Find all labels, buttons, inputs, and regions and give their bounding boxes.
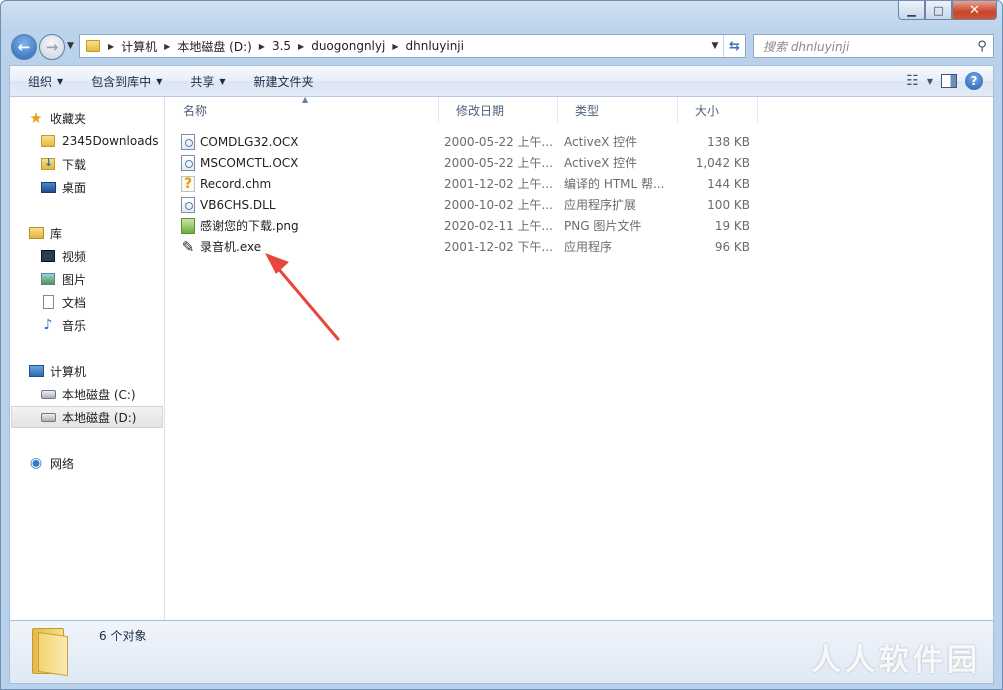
sidebar-label: 本地磁盘 (D:): [62, 410, 137, 425]
close-button[interactable]: ✕: [952, 1, 997, 20]
breadcrumb: ▶ 计算机 ▶ 本地磁盘 (D:) ▶ 3.5 ▶ duogongnlyj ▶ …: [106, 38, 707, 55]
sidebar-label: 视频: [62, 249, 87, 264]
crumb-duogongnlyj[interactable]: duogongnlyj: [306, 39, 390, 53]
sidebar-item-computer[interactable]: 计算机: [28, 360, 86, 382]
sidebar-label: 网络: [50, 456, 75, 471]
desktop-icon: [40, 181, 56, 193]
sidebar-label: 桌面: [62, 180, 87, 195]
caption-buttons: ▁ □ ✕: [898, 1, 997, 20]
document-library-icon: [42, 295, 54, 309]
search-placeholder: 搜索 dhnluyinji: [763, 39, 850, 54]
sidebar-item-favorites[interactable]: ★ 收藏夹: [28, 107, 86, 129]
sidebar-label: 收藏夹: [50, 111, 87, 126]
chevron-right-icon[interactable]: ▶: [162, 42, 172, 51]
video-library-icon: [41, 250, 55, 262]
annotation-arrow: [265, 253, 340, 341]
organize-button[interactable]: 组织 ▼: [18, 73, 73, 90]
chevron-right-icon[interactable]: ▶: [296, 42, 306, 51]
dropdown-arrow-icon: ▼: [57, 76, 64, 86]
dropdown-arrow-icon: ▼: [156, 76, 163, 86]
sidebar-label: 计算机: [50, 364, 87, 379]
chevron-right-icon[interactable]: ▶: [106, 42, 116, 51]
maximize-button[interactable]: □: [925, 1, 952, 20]
crumb-computer[interactable]: 计算机: [116, 38, 162, 55]
sidebar-label: 图片: [62, 272, 87, 287]
include-in-library-button[interactable]: 包含到库中 ▼: [81, 73, 172, 90]
navigation-pane[interactable]: ★ 收藏夹 2345Downloads 下载 桌面 库 视频: [10, 97, 165, 620]
sidebar-label: 音乐: [62, 318, 87, 333]
chevron-right-icon[interactable]: ▶: [257, 42, 267, 51]
new-folder-button[interactable]: 新建文件夹: [244, 73, 324, 90]
sidebar-label: 本地磁盘 (C:): [62, 387, 136, 402]
details-pane: 6 个对象 人人软件园: [9, 620, 994, 684]
forward-button[interactable]: →: [39, 34, 65, 60]
star-icon: ★: [29, 109, 43, 127]
picture-library-icon: [41, 273, 55, 285]
folder-icon: [86, 40, 100, 52]
computer-icon: [28, 365, 44, 377]
sidebar-item-documents[interactable]: 文档: [40, 291, 86, 313]
organize-label: 组织: [28, 74, 53, 89]
sidebar-item-network[interactable]: ◉ 网络: [28, 452, 74, 474]
sidebar-item-desktop[interactable]: 桌面: [40, 176, 86, 198]
include-library-label: 包含到库中: [91, 74, 152, 89]
main-area: ★ 收藏夹 2345Downloads 下载 桌面 库 视频: [9, 95, 994, 620]
drive-icon: [40, 412, 56, 422]
search-input[interactable]: 搜索 dhnluyinji ⚲: [753, 34, 994, 58]
library-icon: [28, 227, 44, 239]
sidebar-item-pictures[interactable]: 图片: [40, 268, 86, 290]
share-label: 共享: [190, 74, 215, 89]
chevron-right-icon[interactable]: ▶: [390, 42, 400, 51]
sidebar-label: 下载: [62, 157, 87, 172]
dropdown-arrow-icon: ▼: [219, 76, 226, 86]
explorer-window: ▁ □ ✕ ← → ▼ ▶ 计算机 ▶ 本地磁盘 (D:) ▶ 3.5 ▶ du…: [0, 0, 1003, 690]
sidebar-item-music[interactable]: ♪ 音乐: [40, 314, 86, 336]
sidebar-item-drive-c[interactable]: 本地磁盘 (C:): [40, 383, 136, 405]
sidebar-label: 2345Downloads: [62, 134, 159, 148]
preview-pane-icon[interactable]: [941, 74, 957, 88]
help-icon[interactable]: ?: [965, 72, 983, 90]
crumb-dhnluyinji[interactable]: dhnluyinji: [400, 39, 468, 53]
object-count: 6 个对象: [99, 629, 147, 643]
view-dropdown-icon[interactable]: ▼: [927, 77, 933, 86]
folder-icon: [41, 135, 55, 147]
address-dropdown-icon[interactable]: ▼: [707, 41, 723, 51]
new-folder-label: 新建文件夹: [253, 74, 314, 89]
file-list[interactable]: 名称 ▲ 修改日期 类型 大小 COMDLG32.OCX 2000-05-22 …: [166, 95, 993, 620]
downloads-folder-icon: [41, 156, 55, 170]
back-button[interactable]: ←: [11, 34, 37, 60]
sidebar-label: 库: [50, 226, 63, 241]
network-icon: ◉: [29, 455, 43, 471]
view-options-icon[interactable]: ☷: [906, 73, 919, 89]
sidebar-item-videos[interactable]: 视频: [40, 245, 86, 267]
sidebar-item-2345downloads[interactable]: 2345Downloads: [40, 130, 158, 152]
sidebar-item-libraries[interactable]: 库: [28, 222, 62, 244]
crumb-3-5[interactable]: 3.5: [267, 39, 296, 53]
address-bar[interactable]: ▶ 计算机 ▶ 本地磁盘 (D:) ▶ 3.5 ▶ duogongnlyj ▶ …: [79, 34, 746, 58]
navigation-row: ← → ▼ ▶ 计算机 ▶ 本地磁盘 (D:) ▶ 3.5 ▶ duogongn…: [1, 31, 1002, 61]
folder-icon: [32, 626, 72, 677]
sidebar-item-drive-d[interactable]: 本地磁盘 (D:): [11, 406, 163, 428]
minimize-button[interactable]: ▁: [898, 1, 925, 20]
sidebar-label: 文档: [62, 295, 87, 310]
crumb-drive-d[interactable]: 本地磁盘 (D:): [172, 38, 256, 55]
search-icon[interactable]: ⚲: [971, 39, 993, 54]
sidebar-item-downloads[interactable]: 下载: [40, 153, 86, 175]
command-bar: 组织 ▼ 包含到库中 ▼ 共享 ▼ 新建文件夹 ☷ ▼ ?: [9, 65, 994, 97]
share-button[interactable]: 共享 ▼: [180, 73, 235, 90]
watermark-logo: 人人软件园: [811, 643, 981, 678]
recent-pages-dropdown-icon[interactable]: ▼: [67, 41, 74, 51]
refresh-icon[interactable]: ⇆: [723, 35, 745, 57]
music-note-icon: ♪: [43, 317, 53, 333]
system-drive-icon: [40, 389, 56, 399]
